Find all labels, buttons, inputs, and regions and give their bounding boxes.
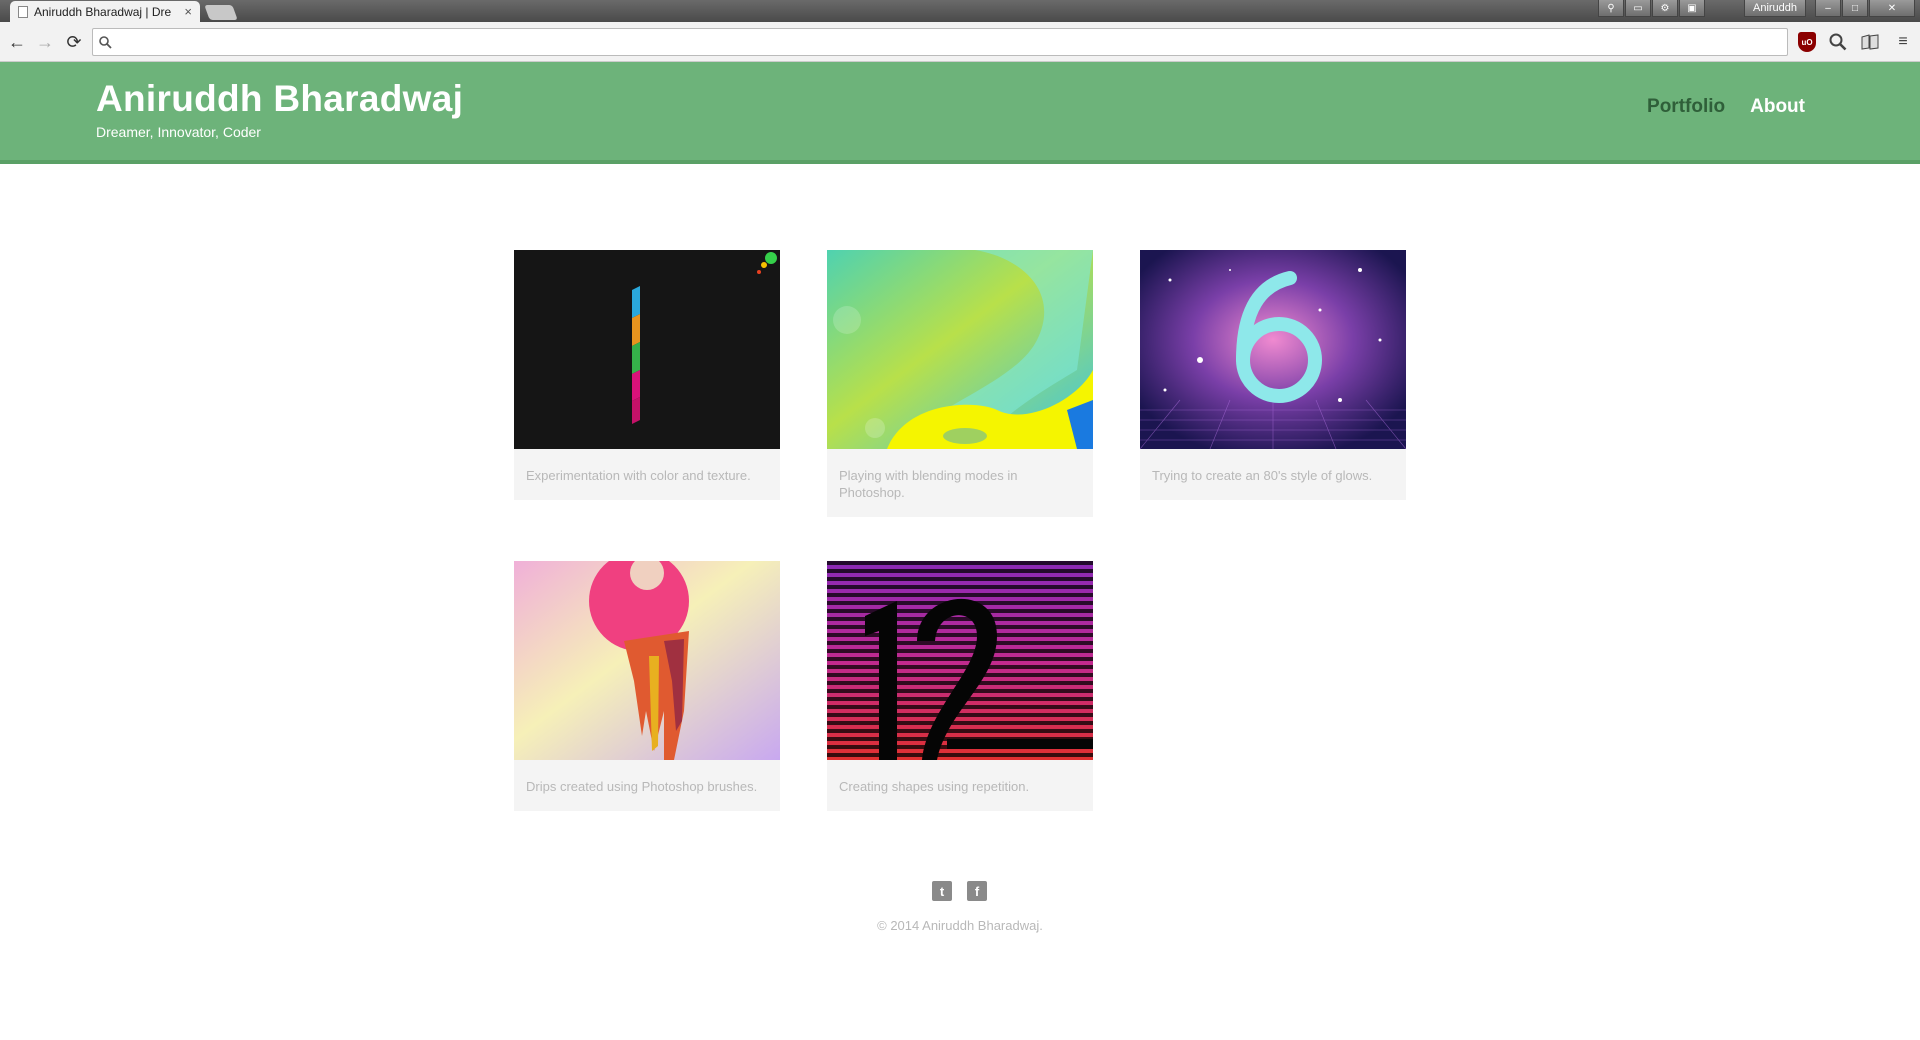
maximize-icon[interactable]: □ [1842, 0, 1868, 17]
window-controls: – □ ✕ [1815, 0, 1915, 18]
card-caption: Drips created using Photoshop brushes. [526, 779, 758, 794]
reload-icon[interactable]: ⟳ [62, 30, 86, 54]
close-window-icon[interactable]: ✕ [1869, 0, 1915, 17]
forward-icon[interactable]: → [33, 30, 57, 54]
nav-portfolio-link[interactable]: Portfolio [1647, 96, 1725, 118]
window-tile-icon[interactable]: ▭ [1625, 0, 1651, 17]
twitter-icon[interactable]: t [932, 881, 952, 901]
book-icon[interactable] [1859, 31, 1881, 53]
page-icon [18, 5, 28, 18]
back-icon[interactable]: ← [5, 30, 29, 54]
new-tab-button[interactable] [204, 5, 238, 20]
tab-title: Aniruddh Bharadwaj | Dre [34, 4, 172, 19]
artwork-number-12[interactable] [827, 561, 1093, 760]
magnifier-glyph [1829, 33, 1847, 51]
portfolio-card[interactable]: Creating shapes using repetition. [827, 561, 1093, 811]
minimize-icon[interactable]: – [1815, 0, 1841, 17]
card-caption: Experimentation with color and texture. [526, 468, 751, 483]
menu-icon[interactable]: ≡ [1892, 31, 1914, 53]
site-title[interactable]: Aniruddh Bharadwaj [96, 78, 463, 120]
portfolio-card[interactable]: Playing with blending modes in Photoshop… [827, 250, 1093, 517]
artwork-number-9[interactable] [514, 561, 780, 760]
profile-button[interactable]: Aniruddh [1744, 0, 1807, 17]
address-bar[interactable] [92, 28, 1788, 56]
ublock-icon[interactable]: uO [1796, 31, 1818, 53]
magnifier-icon[interactable] [1827, 31, 1849, 53]
book-glyph [1861, 34, 1879, 50]
social-links: t f [932, 881, 987, 901]
site-tagline: Dreamer, Innovator, Coder [96, 124, 261, 140]
nav-about-link[interactable]: About [1750, 96, 1805, 118]
facebook-icon[interactable]: f [967, 881, 987, 901]
artwork-number-2[interactable] [827, 250, 1093, 449]
site-nav: Portfolio About [1647, 96, 1805, 118]
artwork-number-6[interactable] [1140, 250, 1406, 449]
tab-close-icon[interactable]: × [184, 4, 192, 19]
portfolio-card[interactable]: Trying to create an 80's style of glows. [1140, 250, 1406, 500]
search-icon [99, 35, 112, 49]
artwork-number-1[interactable] [514, 250, 780, 449]
ublock-badge: uO [1798, 32, 1816, 52]
browser-tab[interactable]: Aniruddh Bharadwaj | Dre × [10, 1, 200, 22]
browser-toolbar: ← → ⟳ uO ≡ [0, 22, 1920, 62]
settings-icon[interactable]: ⚙ [1652, 0, 1678, 17]
pin-icon[interactable]: ⚲ [1598, 0, 1624, 17]
address-input[interactable] [118, 31, 1787, 53]
extension-buttons: ⚲ ▭ ⚙ ▣ [1598, 0, 1705, 18]
portfolio-card[interactable]: Experimentation with color and texture. [514, 250, 780, 500]
browser-titlebar: Aniruddh Bharadwaj | Dre × ⚲ ▭ ⚙ ▣ Aniru… [0, 0, 1920, 22]
site-header: Aniruddh Bharadwaj Dreamer, Innovator, C… [0, 62, 1920, 164]
screen-icon[interactable]: ▣ [1679, 0, 1705, 17]
card-caption: Creating shapes using repetition. [839, 779, 1030, 794]
card-caption: Trying to create an 80's style of glows. [1152, 468, 1373, 483]
card-caption: Playing with blending modes in Photoshop… [839, 468, 1018, 500]
copyright-text: © 2014 Aniruddh Bharadwaj. [877, 918, 1043, 933]
portfolio-card[interactable]: Drips created using Photoshop brushes. [514, 561, 780, 811]
